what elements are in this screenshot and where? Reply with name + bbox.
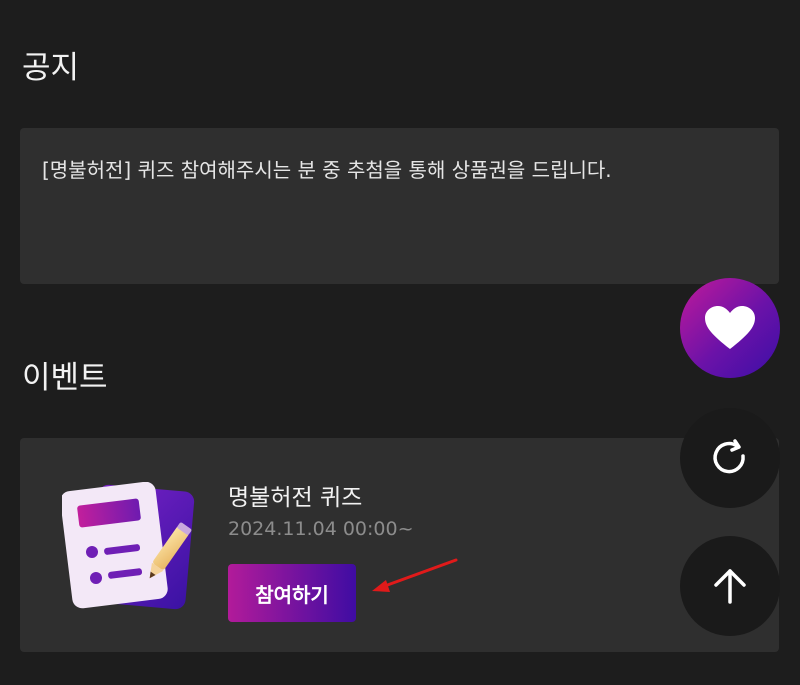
event-name: 명불허전 퀴즈 bbox=[228, 485, 363, 511]
refresh-icon bbox=[713, 439, 745, 474]
heart-icon bbox=[705, 306, 755, 349]
scroll-top-button[interactable] bbox=[680, 536, 780, 636]
like-button[interactable] bbox=[680, 278, 780, 378]
event-card[interactable]: 명불허전 퀴즈 2024.11.04 00:00~ 참여하기 bbox=[20, 438, 779, 652]
event-date: 2024.11.04 00:00~ bbox=[228, 518, 414, 540]
refresh-button[interactable] bbox=[680, 408, 780, 508]
notice-section-title: 공지 bbox=[22, 50, 80, 86]
arrow-up-icon bbox=[714, 569, 746, 604]
notice-text: [명불허전] 퀴즈 참여해주시는 분 중 추첨을 통해 상품권을 드립니다. bbox=[42, 158, 612, 182]
join-event-button[interactable]: 참여하기 bbox=[228, 564, 356, 622]
notice-card: [명불허전] 퀴즈 참여해주시는 분 중 추첨을 통해 상품권을 드립니다. bbox=[20, 128, 779, 284]
annotation-arrow-icon bbox=[372, 558, 458, 592]
quiz-note-icon bbox=[62, 482, 195, 610]
event-section-title: 이벤트 bbox=[22, 360, 108, 396]
